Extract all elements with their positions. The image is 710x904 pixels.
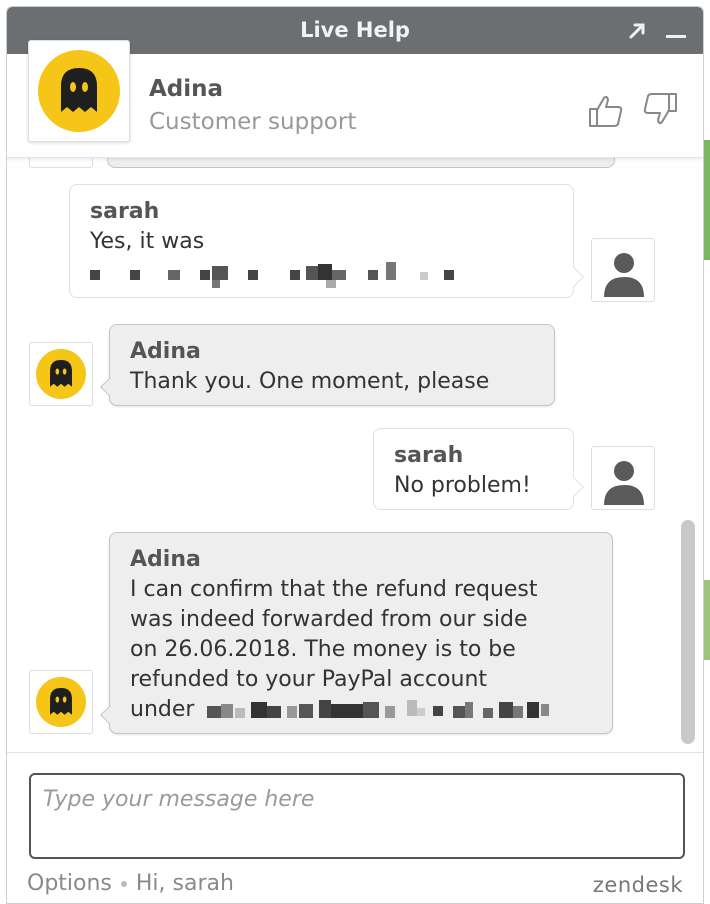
chat-message-agent: Adina I can confirm that the refund requ…: [109, 532, 613, 734]
chat-message-user: sarah No problem!: [373, 428, 574, 510]
chat-message-agent: Adina Thank you. One moment, please: [109, 324, 555, 406]
ghost-logo-icon: [36, 677, 86, 727]
message-text: refunded to your PayPal account: [130, 667, 488, 692]
agent-role: Customer support: [149, 109, 357, 135]
message-text: under: [130, 697, 195, 722]
composer-area: Options Hi, sarah zendesk: [7, 752, 703, 903]
agent-header: Adina Customer support: [7, 40, 703, 158]
chat-scrollbar[interactable]: [681, 520, 695, 744]
zendesk-logo[interactable]: zendesk: [593, 873, 683, 897]
chat-transcript[interactable]: sarah Yes, it was Adina Thank you. One m…: [7, 158, 703, 752]
message-text: Yes, it was: [90, 229, 205, 254]
message-sender: Adina: [130, 547, 201, 572]
chat-message-user: sarah Yes, it was: [69, 184, 574, 298]
thumbs-up-icon[interactable]: [587, 92, 625, 130]
window-title: Live Help: [300, 18, 410, 42]
message-input[interactable]: [29, 773, 685, 859]
redacted-text: [207, 700, 557, 720]
separator-dot: [120, 881, 127, 887]
message-text: was indeed forwarded from our side: [130, 607, 528, 632]
agent-message-avatar: [29, 342, 93, 406]
user-avatar: [591, 446, 655, 510]
message-text: No problem!: [394, 473, 531, 498]
background-strip: [704, 140, 710, 260]
user-avatar: [591, 238, 655, 302]
person-silhouette-icon: [604, 461, 644, 505]
message-text: on 26.06.2018. The money is to be: [130, 637, 516, 662]
previous-avatar-fragment: [29, 158, 93, 168]
message-sender: sarah: [90, 199, 160, 224]
background-strip: [704, 580, 710, 660]
thumbs-down-icon[interactable]: [641, 90, 679, 128]
message-text: Thank you. One moment, please: [130, 369, 490, 394]
live-help-widget: Live Help Adina Customer support sarah Y…: [6, 6, 704, 904]
message-text: I can confirm that the refund request: [130, 577, 538, 602]
redacted-text: [90, 262, 460, 288]
person-silhouette-icon: [604, 253, 644, 297]
minimize-icon[interactable]: [665, 21, 687, 41]
greeting-text: Hi, sarah: [135, 871, 234, 896]
message-sender: sarah: [394, 443, 464, 468]
agent-name: Adina: [149, 76, 224, 102]
agent-message-avatar: [29, 670, 93, 734]
options-link[interactable]: Options: [27, 871, 112, 896]
popout-arrow-icon[interactable]: [627, 21, 647, 41]
ghost-logo-icon: [38, 50, 120, 132]
agent-avatar: [28, 40, 130, 142]
footer: Options Hi, sarah: [27, 871, 234, 896]
message-sender: Adina: [130, 339, 201, 364]
ghost-logo-icon: [36, 349, 86, 399]
previous-message-fragment: [107, 158, 615, 168]
message-text-with-redaction: under: [130, 695, 592, 725]
